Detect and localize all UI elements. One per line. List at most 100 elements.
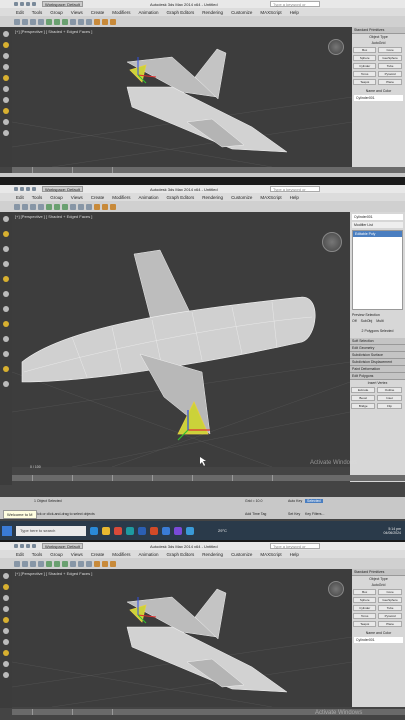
tool-icon[interactable] bbox=[3, 119, 9, 125]
move-icon[interactable] bbox=[46, 203, 52, 210]
tool-icon[interactable] bbox=[3, 672, 9, 678]
rollout-edit-geometry[interactable]: Edit Geometry bbox=[350, 345, 405, 352]
cone-button[interactable]: Cone bbox=[378, 589, 402, 595]
menu-item-maxscript[interactable]: MAXScript bbox=[260, 552, 281, 557]
tool-icon[interactable] bbox=[3, 231, 9, 237]
menu-item-group[interactable]: Group bbox=[50, 195, 63, 200]
rotate-icon[interactable] bbox=[54, 560, 60, 567]
explorer-icon[interactable] bbox=[162, 526, 170, 535]
select-by-name-icon[interactable] bbox=[38, 18, 44, 25]
select-icon[interactable] bbox=[30, 18, 36, 25]
auto-key-button[interactable]: Auto Key bbox=[288, 499, 302, 503]
preview-off-radio[interactable]: Off bbox=[352, 319, 357, 323]
bridge-button[interactable]: Bridge bbox=[351, 403, 376, 409]
menu-item-modifiers[interactable]: Modifiers bbox=[112, 552, 130, 557]
mirror-icon[interactable] bbox=[78, 560, 84, 567]
object-name-field[interactable]: Cylinder001 bbox=[352, 214, 403, 220]
scale-icon[interactable] bbox=[62, 560, 68, 567]
taskbar-search-input[interactable]: Type here to search bbox=[16, 525, 86, 536]
stack-item-editable-poly[interactable]: Editable Poly bbox=[353, 231, 402, 237]
snap-icon[interactable] bbox=[70, 203, 76, 210]
menu-item-views[interactable]: Views bbox=[71, 10, 83, 15]
sphere-button[interactable]: Sphere bbox=[353, 597, 377, 603]
tool-icon[interactable] bbox=[3, 606, 9, 612]
menu-item-help[interactable]: Help bbox=[290, 552, 299, 557]
teapot-button[interactable]: Teapot bbox=[353, 79, 377, 85]
align-icon[interactable] bbox=[86, 560, 92, 567]
menu-item-graph-editors[interactable]: Graph Editors bbox=[167, 10, 195, 15]
tool-icon[interactable] bbox=[3, 351, 9, 357]
redo-icon[interactable] bbox=[22, 18, 28, 25]
menu-item-maxscript[interactable]: MAXScript bbox=[260, 195, 281, 200]
menu-item-maxscript[interactable]: MAXScript bbox=[260, 10, 281, 15]
cylinder-button[interactable]: Cylinder bbox=[353, 605, 377, 611]
render-frame-icon[interactable] bbox=[110, 203, 116, 210]
tool-icon[interactable] bbox=[3, 650, 9, 656]
render-icon[interactable] bbox=[102, 560, 108, 567]
undo-icon[interactable] bbox=[14, 560, 20, 567]
render-frame-icon[interactable] bbox=[110, 560, 116, 567]
tool-icon[interactable] bbox=[3, 584, 9, 590]
edge-icon[interactable] bbox=[90, 526, 98, 535]
tool-icon[interactable] bbox=[3, 86, 9, 92]
menu-item-customize[interactable]: Customize bbox=[231, 10, 252, 15]
rollout-edit-polygons[interactable]: Edit Polygons bbox=[350, 373, 405, 380]
key-filters-button[interactable]: Key Filters... bbox=[305, 512, 324, 516]
tool-icon[interactable] bbox=[3, 306, 9, 312]
pyramid-button[interactable]: Pyramid bbox=[378, 613, 402, 619]
autogrid-checkbox[interactable]: AutoGrid bbox=[352, 40, 405, 46]
box-button[interactable]: Box bbox=[353, 589, 377, 595]
bevel-button[interactable]: Bevel bbox=[351, 395, 376, 401]
menu-item-create[interactable]: Create bbox=[91, 10, 105, 15]
menu-item-tools[interactable]: Tools bbox=[32, 10, 43, 15]
menu-item-help[interactable]: Help bbox=[290, 10, 299, 15]
object-name-field[interactable]: Cylinder001 bbox=[354, 95, 403, 101]
rollout-subdivision-displacement[interactable]: Subdivision Displacement bbox=[350, 359, 405, 366]
menu-item-rendering[interactable]: Rendering bbox=[202, 10, 223, 15]
tube-button[interactable]: Tube bbox=[378, 63, 402, 69]
geosphere-button[interactable]: GeoSphere bbox=[378, 55, 402, 61]
render-icon[interactable] bbox=[102, 18, 108, 25]
folder-icon[interactable] bbox=[102, 526, 110, 535]
3dsmax-icon[interactable] bbox=[126, 526, 134, 535]
material-editor-icon[interactable] bbox=[94, 18, 100, 25]
menu-item-create[interactable]: Create bbox=[91, 552, 105, 557]
cylinder-button[interactable]: Cylinder bbox=[353, 63, 377, 69]
plane-button[interactable]: Plane bbox=[378, 79, 402, 85]
tool-icon[interactable] bbox=[3, 246, 9, 252]
object-name-field[interactable]: Cylinder001 bbox=[354, 637, 403, 643]
select-icon[interactable] bbox=[30, 560, 36, 567]
menu-item-edit[interactable]: Edit bbox=[16, 552, 24, 557]
mirror-icon[interactable] bbox=[78, 18, 84, 25]
snap-icon[interactable] bbox=[70, 560, 76, 567]
frame-counter[interactable]: 0 / 100 bbox=[30, 465, 41, 469]
snap-icon[interactable] bbox=[70, 18, 76, 25]
rollout-subdivision-surface[interactable]: Subdivision Surface bbox=[350, 352, 405, 359]
rollout-soft-selection[interactable]: Soft Selection bbox=[350, 338, 405, 345]
rollout-standard-primitives[interactable]: Standard Primitives bbox=[352, 569, 405, 576]
redo-icon[interactable] bbox=[22, 560, 28, 567]
tool-icon[interactable] bbox=[3, 617, 9, 623]
word-icon[interactable] bbox=[138, 526, 146, 535]
menu-item-customize[interactable]: Customize bbox=[231, 195, 252, 200]
time-slider[interactable] bbox=[12, 475, 405, 481]
tool-icon[interactable] bbox=[3, 261, 9, 267]
extrude-button[interactable]: Extrude bbox=[351, 387, 376, 393]
scale-icon[interactable] bbox=[62, 18, 68, 25]
menu-item-rendering[interactable]: Rendering bbox=[202, 195, 223, 200]
menu-item-tools[interactable]: Tools bbox=[32, 195, 43, 200]
chrome-icon[interactable] bbox=[114, 526, 122, 535]
menu-item-edit[interactable]: Edit bbox=[16, 195, 24, 200]
material-editor-icon[interactable] bbox=[94, 560, 100, 567]
undo-icon[interactable] bbox=[14, 203, 20, 210]
menu-item-rendering[interactable]: Rendering bbox=[202, 552, 223, 557]
tool-icon[interactable] bbox=[3, 291, 9, 297]
weather-readout[interactable]: 29°C bbox=[218, 528, 227, 533]
select-by-name-icon[interactable] bbox=[38, 560, 44, 567]
store-icon[interactable] bbox=[174, 526, 182, 535]
menu-item-views[interactable]: Views bbox=[71, 552, 83, 557]
menu-item-graph-editors[interactable]: Graph Editors bbox=[167, 552, 195, 557]
render-icon[interactable] bbox=[102, 203, 108, 210]
mirror-icon[interactable] bbox=[78, 203, 84, 210]
powerpoint-icon[interactable] bbox=[150, 526, 158, 535]
